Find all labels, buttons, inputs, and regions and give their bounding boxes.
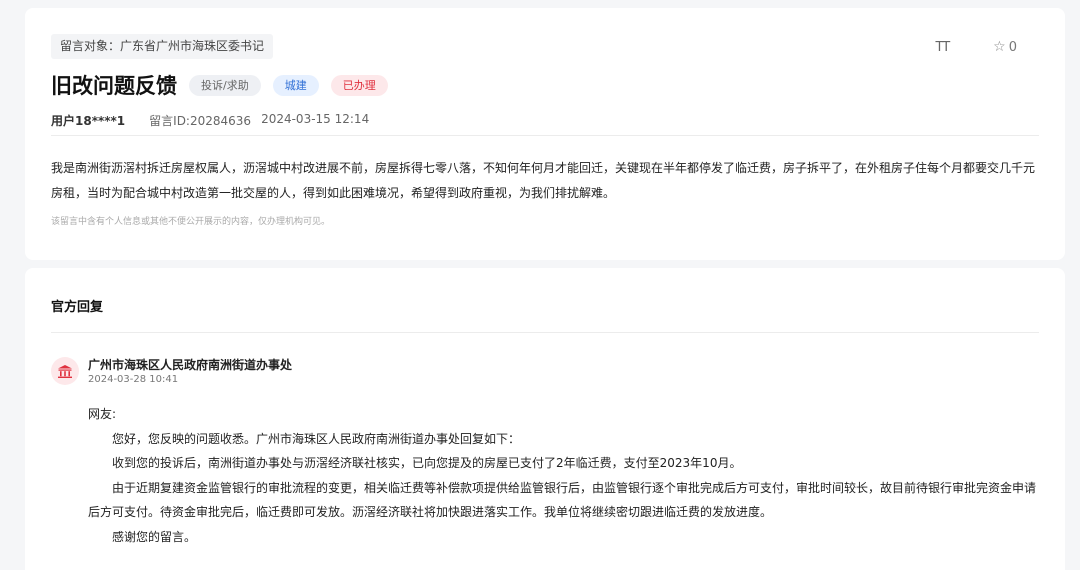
tag-category: 城建	[272, 74, 319, 96]
office-name: 广州市海珠区人民政府南洲街道办事处	[88, 358, 293, 372]
message-card: 留言对象：广东省广州市海珠区委书记 TT ☆ 0 旧改问题反馈 投诉/求助 城建…	[25, 8, 1065, 260]
favorite-button[interactable]: ☆ 0	[993, 39, 1017, 55]
status-badge: 已办理	[330, 74, 388, 96]
reply-heading: 官方回复	[51, 300, 104, 315]
reply-greeting: 网友:	[88, 407, 117, 421]
message-target-tag: 留言对象：广东省广州市海珠区委书记	[51, 34, 274, 59]
page-title: 旧改问题反馈	[51, 74, 177, 98]
favorite-count: 0	[1008, 39, 1017, 55]
message-id: 留言ID:20284636	[149, 114, 252, 128]
divider	[51, 135, 1039, 136]
message-datetime: 2024-03-15 12:14	[261, 112, 370, 126]
tag-complaint: 投诉/求助	[189, 74, 261, 96]
reply-card: 官方回复 广州市海珠区人民政府南洲街道办事处 2024-03-28 10:41 …	[25, 268, 1065, 570]
reply-paragraph: 由于近期复建资金监管银行的审批流程的变更，相关临迁费等补偿款项提供给监管银行后，…	[88, 480, 1037, 520]
privacy-notice: 该留言中含有个人信息或其他不便公开展示的内容，仅办理机构可见。	[51, 217, 331, 227]
title-row: 旧改问题反馈 投诉/求助 城建 已办理	[51, 70, 388, 100]
message-meta: 用户18****1 留言ID:20284636 2024-03-15 12:14	[51, 112, 369, 129]
divider	[51, 332, 1039, 333]
message-content: 我是南洲街沥滘村拆迁房屋权属人，沥滘城中村改进展不前，房屋拆得七零八落，不知何年…	[51, 161, 1036, 200]
reply-paragraph: 您好，您反映的问题收悉。广州市海珠区人民政府南洲街道办事处回复如下：	[112, 431, 521, 446]
reply-body: 网友: 您好，您反映的问题收悉。广州市海珠区人民政府南洲街道办事处回复如下： 收…	[88, 402, 1041, 549]
font-size-icon[interactable]: TT	[936, 40, 951, 55]
reply-date: 2024-03-28 10:41	[88, 374, 179, 385]
user-name: 用户18****1	[51, 114, 126, 128]
reply-paragraph: 收到您的投诉后，南洲街道办事处与沥滘经济联社核实，已向您提及的房屋已支付了2年临…	[112, 456, 742, 470]
reply-paragraph: 感谢您的留言。	[112, 529, 197, 544]
government-building-icon	[51, 357, 79, 385]
message-toolbar: TT ☆ 0	[936, 39, 1018, 55]
star-icon: ☆	[993, 39, 1006, 55]
